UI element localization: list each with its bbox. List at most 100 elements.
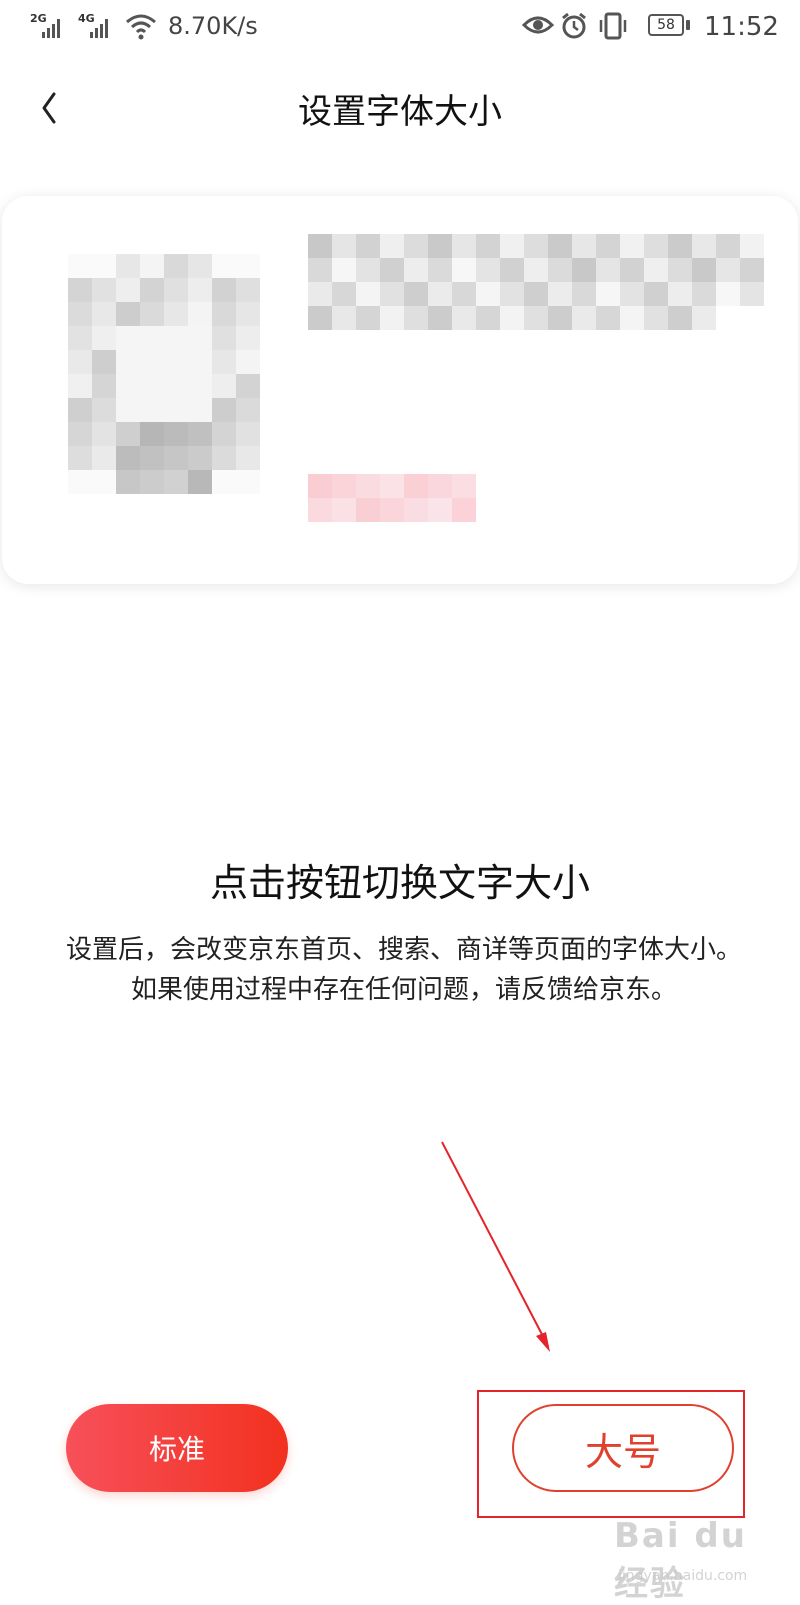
mosaic-pixel xyxy=(236,254,260,278)
mosaic-pixel xyxy=(92,350,116,374)
mosaic-pixel xyxy=(92,422,116,446)
mosaic-pixel xyxy=(236,470,260,494)
mosaic-pixel xyxy=(356,474,380,498)
mosaic-pixel xyxy=(668,258,692,282)
mosaic-pixel xyxy=(92,446,116,470)
mosaic-pixel xyxy=(92,302,116,326)
mosaic-pixel xyxy=(68,446,92,470)
battery-level: 58 xyxy=(657,17,675,33)
vibrate-icon xyxy=(599,12,627,40)
standard-size-button[interactable]: 标准 xyxy=(66,1404,288,1492)
mosaic-pixel xyxy=(452,282,476,306)
mosaic-pixel xyxy=(236,398,260,422)
mosaic-pixel xyxy=(740,282,764,306)
mosaic-pixel xyxy=(380,282,404,306)
mosaic-pixel xyxy=(188,326,212,350)
mosaic-pixel xyxy=(692,306,716,330)
mosaic-pixel xyxy=(596,282,620,306)
mosaic-pixel xyxy=(692,282,716,306)
mosaic-pixel xyxy=(500,258,524,282)
mosaic-pixel xyxy=(404,474,428,498)
mosaic-pixel xyxy=(596,234,620,258)
info-title: 点击按钮切换文字大小 xyxy=(209,861,590,905)
mosaic-pixel xyxy=(428,498,452,522)
mosaic-pixel xyxy=(236,422,260,446)
mosaic-pixel xyxy=(452,306,476,330)
mosaic-pixel xyxy=(332,474,356,498)
mosaic-pixel xyxy=(140,446,164,470)
mosaic-pixel xyxy=(140,278,164,302)
wifi-icon xyxy=(126,14,156,40)
mosaic-pixel xyxy=(140,326,164,350)
mosaic-pixel xyxy=(620,306,644,330)
mosaic-pixel xyxy=(452,498,476,522)
mosaic-pixel xyxy=(740,234,764,258)
mosaic-pixel xyxy=(380,498,404,522)
mosaic-pixel xyxy=(668,306,692,330)
mosaic-pixel xyxy=(68,326,92,350)
annotation-arrow xyxy=(441,1141,550,1352)
mosaic-pixel xyxy=(548,306,572,330)
mosaic-pixel xyxy=(452,234,476,258)
mosaic-pixel xyxy=(740,306,764,330)
mosaic-pixel xyxy=(140,422,164,446)
mosaic-pixel xyxy=(356,282,380,306)
mosaic-pixel xyxy=(164,302,188,326)
mosaic-pixel xyxy=(620,282,644,306)
mosaic-pixel xyxy=(716,282,740,306)
mosaic-pixel xyxy=(236,446,260,470)
mosaic-pixel xyxy=(500,282,524,306)
mosaic-pixel xyxy=(68,470,92,494)
mosaic-pixel xyxy=(116,302,140,326)
mosaic-pixel xyxy=(380,474,404,498)
mosaic-pixel xyxy=(332,234,356,258)
page-title: 设置字体大小 xyxy=(298,92,502,132)
mosaic-pixel xyxy=(380,234,404,258)
mosaic-pixel xyxy=(428,282,452,306)
mosaic-pixel xyxy=(116,398,140,422)
mosaic-pixel xyxy=(164,350,188,374)
mosaic-pixel xyxy=(140,302,164,326)
mosaic-pixel xyxy=(404,306,428,330)
mosaic-pixel xyxy=(668,282,692,306)
mosaic-pixel xyxy=(332,498,356,522)
mosaic-pixel xyxy=(548,282,572,306)
mosaic-pixel xyxy=(92,326,116,350)
mosaic-pixel xyxy=(596,306,620,330)
mosaic-pixel xyxy=(620,234,644,258)
mosaic-pixel xyxy=(116,278,140,302)
battery-icon: 58 xyxy=(648,14,684,36)
mosaic-pixel xyxy=(644,258,668,282)
mosaic-pixel xyxy=(212,350,236,374)
mosaic-pixel xyxy=(332,306,356,330)
mosaic-pixel xyxy=(164,446,188,470)
mosaic-pixel xyxy=(188,422,212,446)
mosaic-pixel xyxy=(356,234,380,258)
mosaic-pixel xyxy=(596,258,620,282)
battery-tip xyxy=(686,20,690,30)
mosaic-pixel xyxy=(524,282,548,306)
mosaic-pixel xyxy=(380,258,404,282)
mosaic-pixel xyxy=(164,470,188,494)
alarm-icon xyxy=(562,12,586,39)
large-size-button[interactable]: 大号 xyxy=(512,1404,734,1492)
mosaic-pixel xyxy=(572,258,596,282)
mosaic-pixel xyxy=(428,258,452,282)
watermark-brand: Bai du 经验 xyxy=(614,1516,747,1604)
avatar xyxy=(68,254,260,494)
mosaic-pixel xyxy=(164,278,188,302)
mosaic-pixel xyxy=(116,470,140,494)
preview-text-block xyxy=(308,234,764,330)
mosaic-pixel xyxy=(116,374,140,398)
mosaic-pixel xyxy=(116,422,140,446)
mosaic-pixel xyxy=(476,282,500,306)
mosaic-pixel xyxy=(212,254,236,278)
mosaic-pixel xyxy=(236,326,260,350)
mosaic-pixel xyxy=(332,258,356,282)
mosaic-pixel xyxy=(308,234,332,258)
mosaic-pixel xyxy=(620,258,644,282)
mosaic-pixel xyxy=(548,234,572,258)
mosaic-pixel xyxy=(308,306,332,330)
mosaic-pixel xyxy=(716,258,740,282)
mosaic-pixel xyxy=(308,474,332,498)
